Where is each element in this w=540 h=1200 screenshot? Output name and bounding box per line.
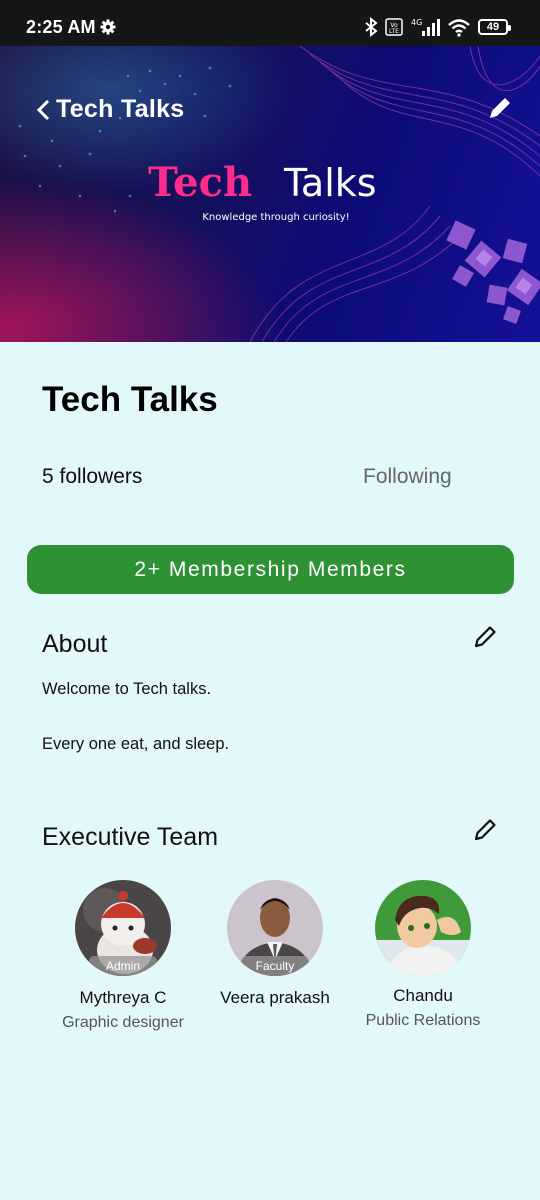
followers-count[interactable]: 5 followers [42, 465, 142, 489]
status-icons: Vo LTE 4G 49 [364, 16, 511, 38]
back-title[interactable]: Tech Talks [56, 95, 185, 124]
tech-talks-logo: Tech Talks Knowledge through curiosity! [148, 159, 377, 223]
member-name: Veera prakash [220, 988, 330, 1007]
back-chevron-icon[interactable] [36, 99, 52, 121]
member-name: Chandu [393, 986, 453, 1005]
team-member-card[interactable]: Chandu Public Relations [343, 880, 503, 1030]
avatar[interactable]: Faculty [227, 880, 323, 976]
executive-team-heading: Executive Team [42, 823, 219, 851]
gear-icon [100, 19, 116, 35]
membership-members-label: 2+ Membership Members [134, 557, 407, 581]
about-heading: About [42, 630, 108, 658]
signal-icon: 4G [411, 18, 440, 36]
svg-text:LTE: LTE [389, 28, 399, 35]
svg-text:Talks: Talks [283, 161, 377, 205]
svg-text:Tech: Tech [148, 159, 252, 206]
team-member-card[interactable]: Admin Mythreya C Graphic designer [43, 880, 203, 1032]
member-role: Graphic designer [62, 1014, 184, 1031]
status-bar: 2:25 AM Vo LTE 4G 49 [0, 0, 540, 46]
followers-number: 5 [42, 465, 54, 488]
followers-label: followers [59, 465, 143, 488]
about-line-1: Welcome to Tech talks. [42, 680, 212, 698]
edit-about-icon[interactable] [472, 624, 498, 650]
team-member-card[interactable]: Faculty Veera prakash [195, 880, 355, 1008]
group-name: Tech Talks [42, 380, 218, 419]
bluetooth-icon [365, 17, 378, 37]
edit-cover-icon[interactable] [486, 94, 514, 122]
cover-banner: Tech Talks Tech Talks Knowledge through … [0, 46, 540, 342]
wifi-icon [448, 19, 470, 37]
volte-icon: Vo LTE [385, 18, 403, 36]
svg-text:Knowledge through curiosity!: Knowledge through curiosity! [202, 212, 349, 223]
avatar-image [375, 880, 471, 976]
role-badge: Admin [89, 956, 157, 976]
avatar[interactable]: Admin [75, 880, 171, 976]
following-button[interactable]: Following [363, 465, 452, 489]
status-time: 2:25 AM [26, 17, 96, 37]
member-role: Public Relations [365, 1012, 481, 1029]
edit-team-icon[interactable] [472, 817, 498, 843]
avatar[interactable] [375, 880, 471, 976]
member-name: Mythreya C [79, 988, 167, 1007]
role-badge: Faculty [241, 956, 309, 976]
network-type: 4G [411, 18, 422, 27]
about-line-2: Every one eat, and sleep. [42, 735, 230, 753]
battery-icon: 49 [478, 19, 511, 35]
membership-members-button[interactable]: 2+ Membership Members [27, 545, 514, 594]
